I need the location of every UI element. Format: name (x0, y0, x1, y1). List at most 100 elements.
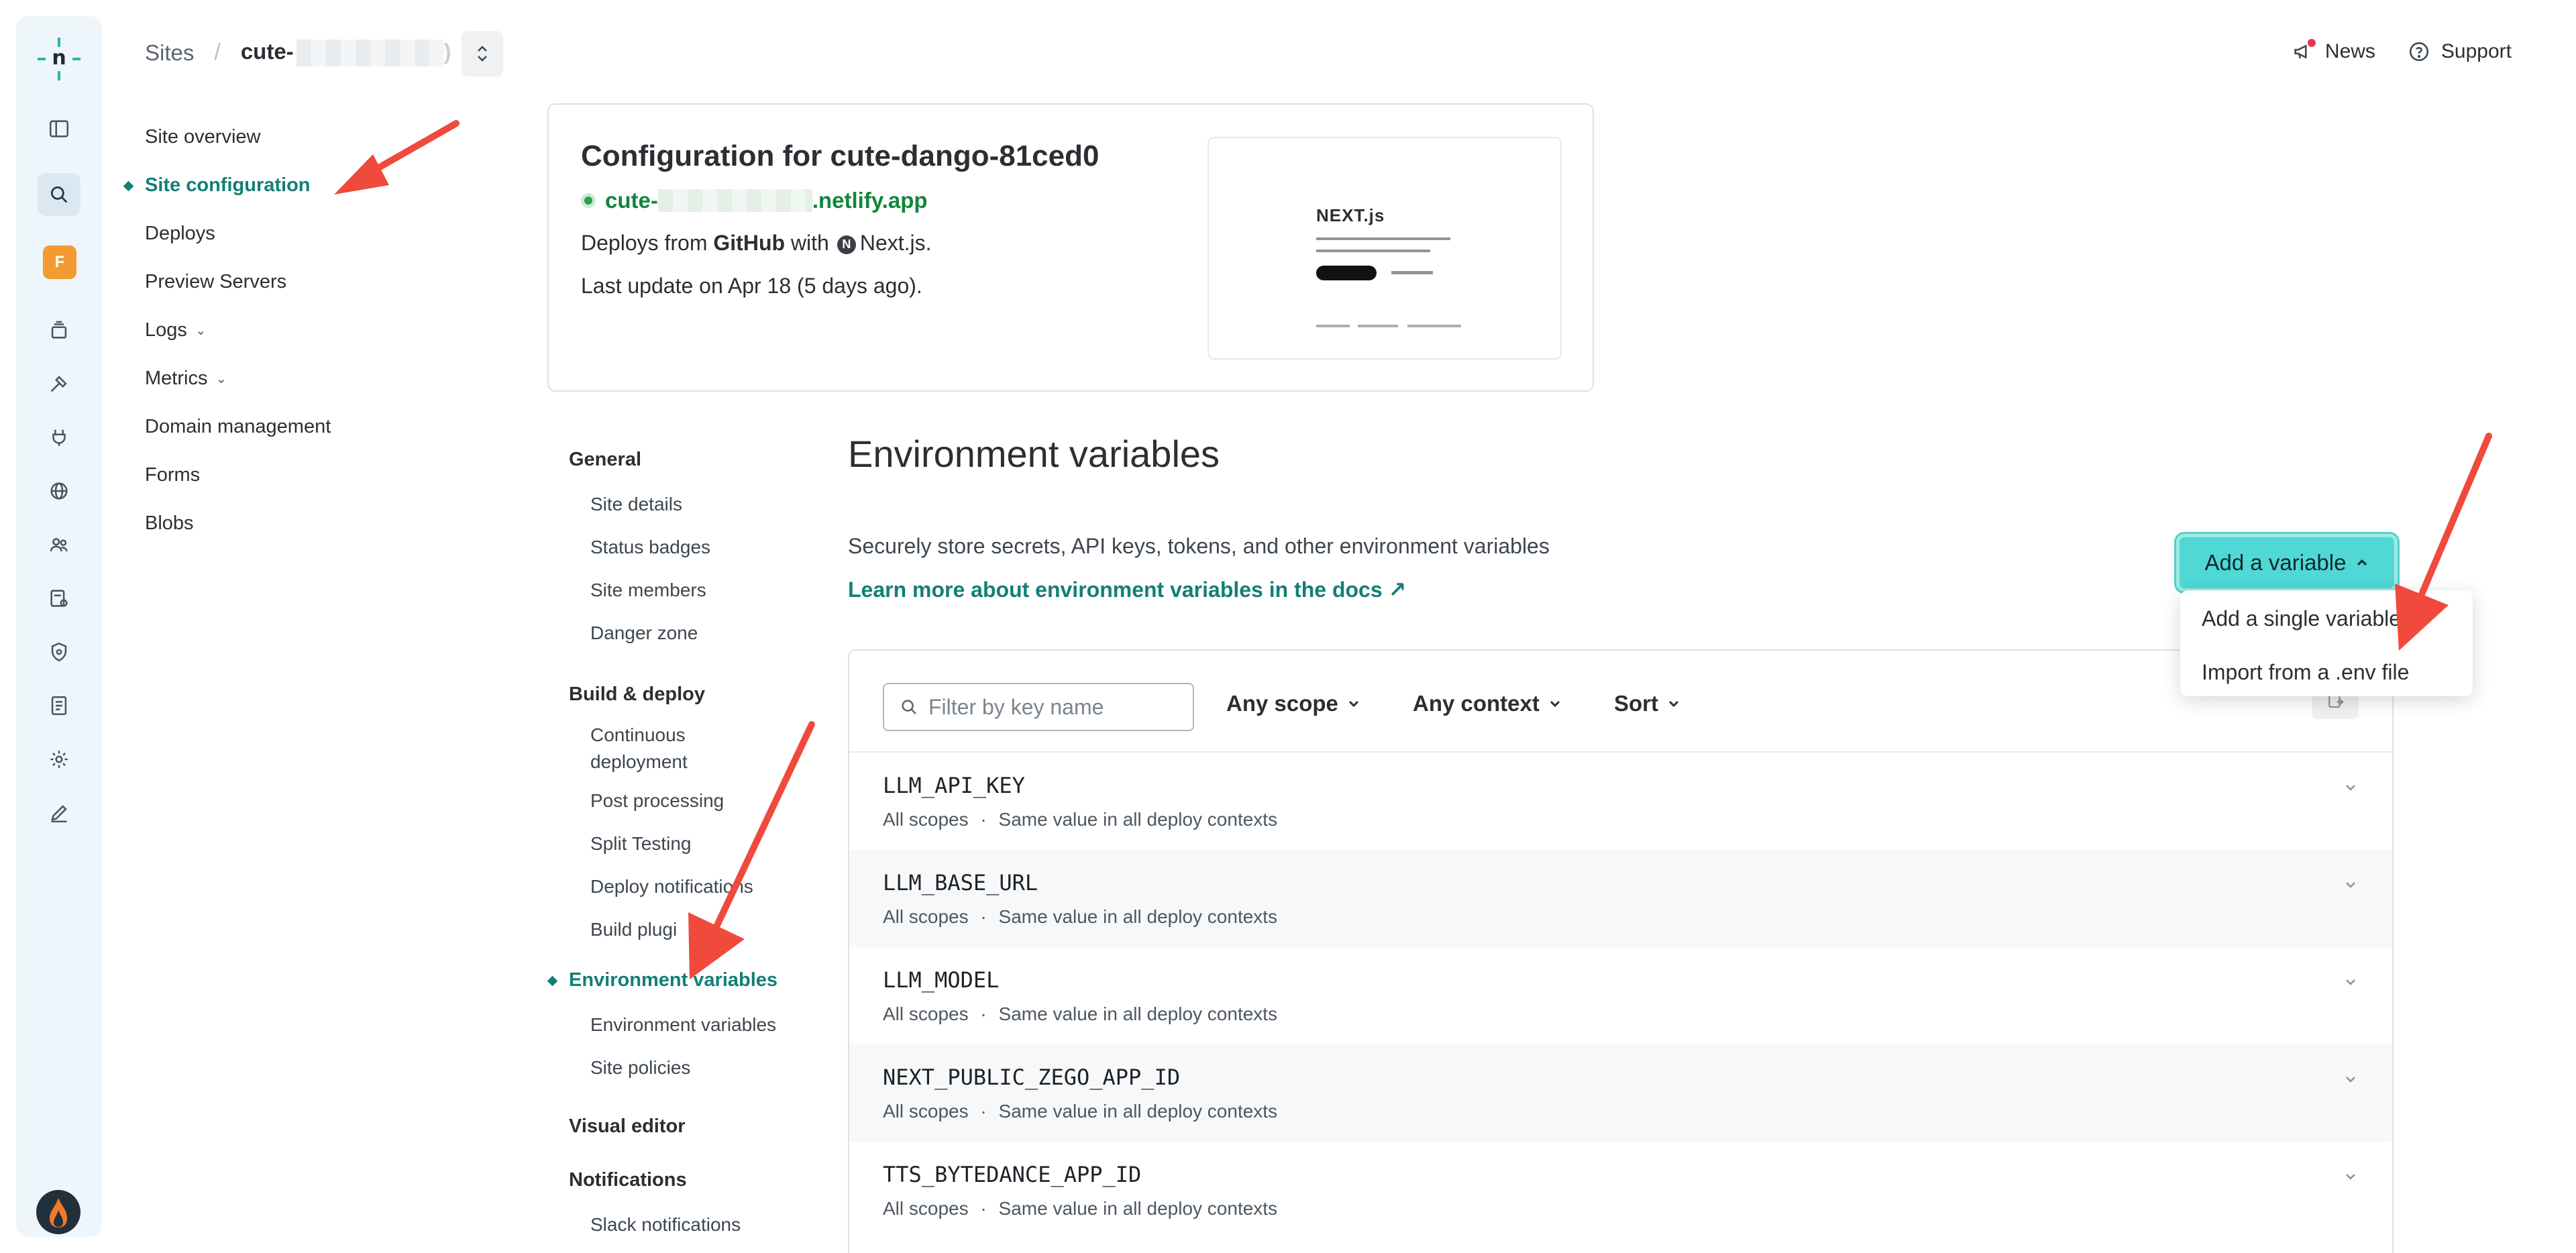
variable-scopes: All scopes (883, 906, 969, 927)
nav-metrics[interactable]: Metrics ⌄ (145, 354, 331, 402)
add-variable-menu: Add a single variable Import from a .env… (2180, 590, 2473, 696)
variable-row[interactable]: LLM_MODEL All scopes · Same value in all… (849, 947, 2392, 1044)
nav-label: Blobs (145, 512, 194, 534)
add-variable-button[interactable]: Add a variable (2176, 534, 2398, 592)
breadcrumb-sites-link[interactable]: Sites (145, 40, 194, 66)
subnav-item-split-testing[interactable]: Split Testing (569, 822, 837, 865)
billing-icon[interactable] (38, 684, 80, 727)
preview-button (1316, 266, 1377, 280)
subnav-item-danger-zone[interactable]: Danger zone (569, 612, 837, 655)
settings-icon[interactable] (38, 738, 80, 781)
domains-icon[interactable] (38, 470, 80, 512)
chevron-down-icon[interactable] (2341, 1070, 2360, 1089)
nav-preview-servers[interactable]: Preview Servers (145, 258, 331, 306)
subnav-item-site-details[interactable]: Site details (569, 483, 837, 526)
chevron-up-down-icon (478, 46, 487, 62)
variable-row[interactable]: NEXT_PUBLIC_ZEGO_APP_ID All scopes · Sam… (849, 1044, 2392, 1142)
chevron-up-icon (2357, 559, 2367, 566)
team-badge[interactable]: F (43, 246, 76, 279)
subnav-item-status-badges[interactable]: Status badges (569, 526, 837, 569)
nav-logs[interactable]: Logs ⌄ (145, 306, 331, 354)
add-variable-label: Add a variable (2204, 550, 2347, 575)
redacted-text (296, 40, 444, 67)
variable-contexts: Same value in all deploy contexts (998, 1101, 1278, 1122)
variable-row[interactable]: LLM_API_KEY All scopes · Same value in a… (849, 753, 2392, 850)
notification-dot (2307, 39, 2316, 47)
variable-meta: All scopes · Same value in all deploy co… (883, 1198, 1277, 1219)
variable-key: LLM_API_KEY (883, 773, 1025, 798)
breadcrumb: Sites / cute-) (145, 39, 451, 67)
subnav-item-slack-notifications[interactable]: Slack notifications (569, 1203, 837, 1246)
security-icon[interactable] (38, 631, 80, 673)
subnav-heading-visual-editor[interactable]: Visual editor (569, 1103, 837, 1150)
help-icon (2409, 42, 2428, 62)
subnav-item-deploy-notifications[interactable]: Deploy notifications (569, 865, 837, 908)
variable-row[interactable]: LLM_BASE_URL All scopes · Same value in … (849, 850, 2392, 947)
subnav-item-environment-variables[interactable]: Environment variables (569, 1003, 837, 1046)
nav-label: Site configuration (145, 174, 311, 196)
docs-link[interactable]: Learn more about environment variables i… (848, 577, 1406, 602)
subnav-heading-general[interactable]: General (569, 436, 837, 483)
subnav-item-post-processing[interactable]: Post processing (569, 779, 837, 822)
preview-text-line (1316, 237, 1450, 240)
sort-dropdown[interactable]: Sort (1614, 691, 1680, 716)
subnav-item-site-members[interactable]: Site members (569, 569, 837, 612)
support-button[interactable]: Support (2408, 40, 2512, 63)
breadcrumb-site-name[interactable]: cute-) (241, 39, 451, 67)
subnav-item-site-policies[interactable]: Site policies (569, 1046, 837, 1089)
variable-contexts: Same value in all deploy contexts (998, 1003, 1278, 1024)
preview-footer-line (1316, 325, 1350, 327)
nav-label: Preview Servers (145, 270, 287, 292)
nav-domain-management[interactable]: Domain management (145, 402, 331, 451)
edit-icon[interactable] (38, 792, 80, 834)
site-url-link[interactable]: cute- .netlify.app (581, 188, 928, 213)
site-switcher-button[interactable] (462, 31, 503, 76)
subnav-item-continuous-deployment[interactable]: Continuous deployment (569, 718, 757, 779)
chevron-down-icon[interactable] (2341, 875, 2360, 894)
subnav-heading-notifications[interactable]: Notifications (569, 1156, 837, 1203)
nav-deploys[interactable]: Deploys (145, 209, 331, 258)
deploys-prefix: Deploys from (581, 231, 708, 255)
variable-row[interactable]: TTS_BYTEDANCE_APP_ID All scopes · Same v… (849, 1142, 2392, 1239)
chevron-down-icon (1668, 700, 1679, 708)
projects-icon[interactable] (38, 309, 80, 351)
nav-forms[interactable]: Forms (145, 451, 331, 499)
page-title: Environment variables (848, 433, 1220, 475)
context-dropdown[interactable]: Any context (1413, 691, 1561, 716)
subnav-item-build-plugins[interactable]: Build plugi (569, 908, 837, 951)
nav-site-configuration[interactable]: Site configuration (145, 161, 331, 209)
avatar[interactable] (36, 1190, 80, 1234)
filter-input[interactable] (928, 694, 1183, 720)
scope-dropdown[interactable]: Any scope (1226, 691, 1360, 716)
card-title: Configuration for cute-dango-81ced0 (581, 140, 1099, 172)
deploy-preview-thumbnail[interactable]: NEXT.js (1208, 137, 1562, 360)
integrations-icon[interactable] (38, 416, 80, 459)
subnav-heading-environment-variables[interactable]: Environment variables (569, 957, 837, 1003)
builds-icon[interactable] (38, 362, 80, 405)
search-icon[interactable] (38, 173, 80, 216)
netlify-logo-icon[interactable]: n (35, 35, 83, 83)
variable-key: NEXT_PUBLIC_ZEGO_APP_ID (883, 1065, 1181, 1090)
subnav-heading-build-deploy[interactable]: Build & deploy (569, 671, 837, 718)
top-right-nav: News Support (2292, 39, 2512, 63)
nextjs-icon: N (837, 235, 856, 254)
audit-log-icon[interactable] (38, 577, 80, 620)
members-icon[interactable] (38, 523, 80, 566)
chevron-down-icon[interactable] (2341, 778, 2360, 797)
menu-item-add-single-variable[interactable]: Add a single variable (2202, 606, 2401, 631)
variable-meta: All scopes · Same value in all deploy co… (883, 809, 1277, 830)
nav-site-overview[interactable]: Site overview (145, 113, 331, 161)
nav-blobs[interactable]: Blobs (145, 499, 331, 547)
variable-meta: All scopes · Same value in all deploy co… (883, 1101, 1277, 1122)
news-button[interactable]: News (2292, 39, 2375, 63)
variable-key: LLM_MODEL (883, 967, 1000, 993)
sort-label: Sort (1614, 691, 1658, 716)
sidebar-toggle-icon[interactable] (38, 107, 80, 150)
chevron-down-icon[interactable] (2341, 973, 2360, 991)
news-label: News (2324, 40, 2375, 62)
scope-label: Any scope (1226, 691, 1338, 716)
menu-item-import-env-file[interactable]: Import from a .env file (2202, 660, 2409, 685)
framework-name: Next.js. (859, 231, 932, 255)
filter-field[interactable] (883, 683, 1194, 731)
chevron-down-icon[interactable] (2341, 1167, 2360, 1186)
